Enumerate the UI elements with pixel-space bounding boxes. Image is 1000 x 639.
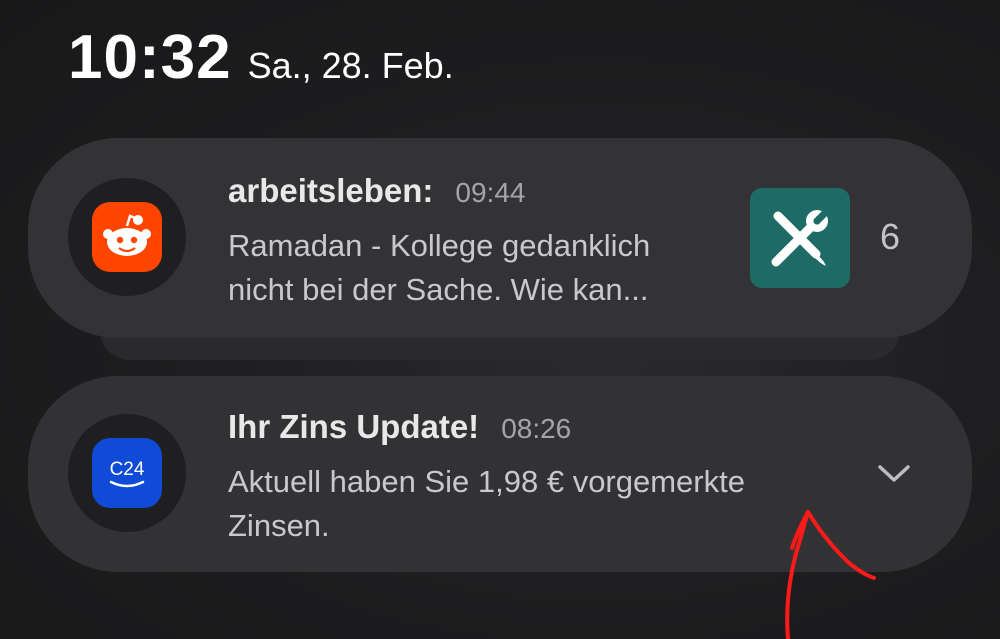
date: Sa., 28. Feb. (247, 45, 454, 86)
clock: 10:32 (68, 23, 232, 92)
notification-body-line: nicht bei der Sache. Wie kan... (228, 272, 649, 307)
notification-body: Ramadan - Kollege gedanklich nicht bei d… (228, 224, 650, 312)
c24-icon: C24 (92, 438, 162, 508)
app-icon-container: C24 (68, 414, 186, 532)
notification-body-line: Ramadan - Kollege gedanklich (228, 228, 651, 263)
notification-header: arbeitsleben: 09:44 (228, 172, 525, 210)
notification-body-line: Zinsen. (228, 508, 330, 543)
notification-title: Ihr Zins Update! (228, 408, 480, 445)
notification-body-line: Aktuell haben Sie 1,98 € vorgemerkte (228, 464, 745, 499)
notification-title: arbeitsleben: (228, 172, 434, 209)
notification-reddit[interactable]: arbeitsleben: 09:44 Ramadan - Kollege ge… (28, 138, 972, 338)
notification-header: Ihr Zins Update! 08:26 (228, 408, 571, 446)
notification-time: 09:44 (455, 177, 526, 208)
tools-icon[interactable] (750, 188, 850, 288)
c24-logo-text: C24 (110, 459, 145, 480)
app-icon-container (68, 178, 186, 296)
notification-time: 08:26 (501, 413, 572, 444)
notification-body: Aktuell haben Sie 1,98 € vorgemerkte Zin… (228, 460, 745, 548)
lockscreen-status: 10:32 Sa., 28. Feb. (68, 22, 454, 92)
notification-count: 6 (880, 216, 901, 257)
reddit-icon (92, 202, 162, 272)
chevron-down-icon[interactable] (874, 458, 914, 488)
annotation-arrow (785, 510, 876, 639)
